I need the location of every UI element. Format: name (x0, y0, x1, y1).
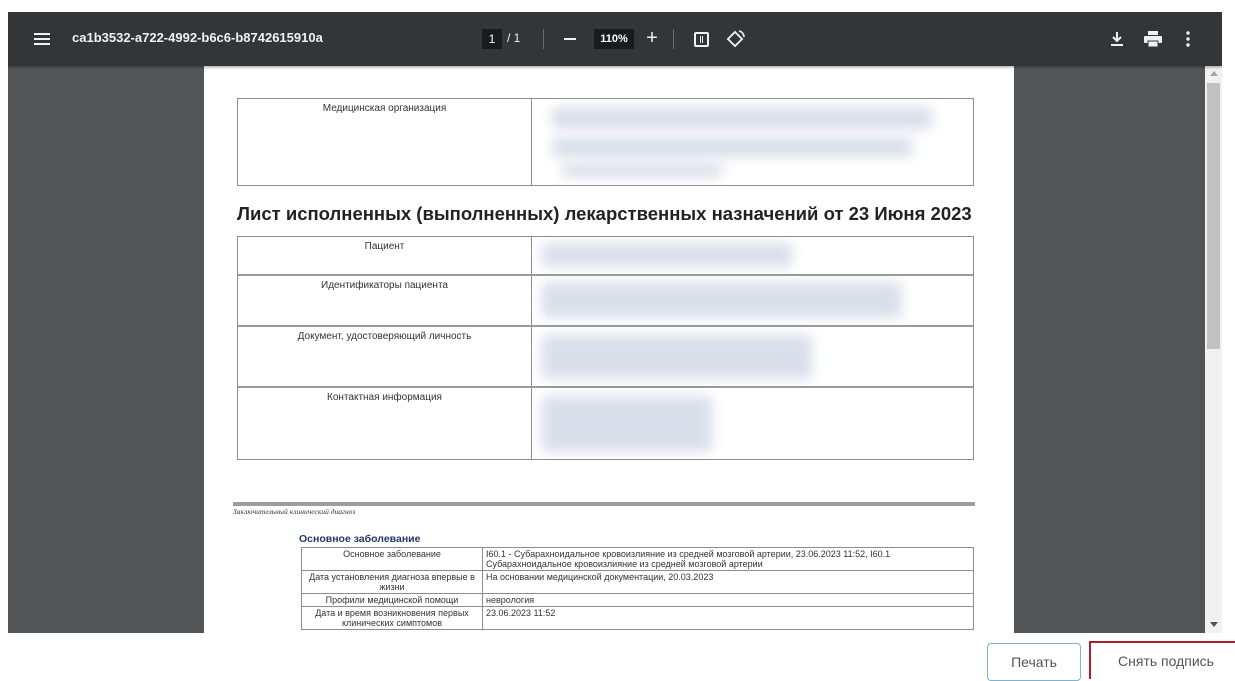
table-row: Идентификаторы пациента (238, 274, 973, 325)
print-button[interactable]: Печать (987, 643, 1081, 681)
pdf-page: Медицинская организация Лист исполненных… (204, 66, 1014, 633)
diagnosis-key: Основное заболевание (301, 547, 483, 571)
document-heading: Лист исполненных (выполненных) лекарстве… (237, 203, 972, 224)
download-icon[interactable] (1106, 28, 1128, 50)
printer-icon[interactable] (1141, 28, 1165, 50)
document-title: ca1b3532-a722-4992-b6c6-b8742615910a (72, 30, 323, 45)
zoom-level-input[interactable]: 110% (594, 29, 634, 49)
zoom-in-icon[interactable]: + (642, 27, 662, 49)
diagnosis-caption: Заключительный клинический диагноз (233, 507, 356, 516)
pdf-viewer: ca1b3532-a722-4992-b6c6-b8742615910a 1 /… (8, 12, 1222, 633)
organization-table: Медицинская организация (237, 98, 974, 186)
redacted-value (532, 99, 973, 185)
diagnosis-value: 23.06.2023 11:52 (482, 606, 974, 630)
table-row: Основное заболевание I60.1 - Субарахноид… (301, 547, 974, 571)
vertical-scrollbar[interactable] (1205, 66, 1222, 633)
table-row: Профили медицинской помощи неврология (301, 593, 974, 607)
organization-label: Медицинская организация (238, 99, 532, 185)
toolbar-divider (673, 29, 674, 49)
table-row: Дата установления диагноза впервые в жиз… (301, 570, 974, 594)
rotate-icon[interactable] (724, 27, 748, 51)
diagnosis-value: I60.1 - Субарахноидальное кровоизлияние … (482, 547, 974, 571)
patient-ids-label: Идентификаторы пациента (238, 276, 532, 325)
diagnosis-key: Дата и время возникновения первых клинич… (301, 606, 483, 630)
redacted-value (532, 327, 973, 386)
table-row: Контактная информация (238, 386, 973, 459)
page-total: / 1 (507, 31, 521, 45)
diagnosis-title: Основное заболевание (299, 533, 421, 545)
toolbar-divider (543, 29, 544, 49)
section-divider (233, 502, 975, 506)
scrollbar-thumb[interactable] (1207, 83, 1220, 349)
more-vertical-icon[interactable] (1178, 28, 1198, 50)
page-number-input[interactable]: 1 (482, 29, 502, 49)
scroll-down-icon[interactable] (1210, 622, 1218, 627)
menu-icon[interactable] (30, 27, 54, 51)
fit-to-page-icon[interactable] (691, 29, 711, 49)
diagnosis-table: Основное заболевание I60.1 - Субарахноид… (301, 547, 974, 630)
zoom-out-icon[interactable] (560, 29, 580, 49)
table-row: Дата и время возникновения первых клинич… (301, 606, 974, 630)
redacted-value (532, 276, 973, 325)
patient-table: Пациент Идентификаторы пациента Документ… (237, 236, 974, 460)
identity-document-label: Документ, удостоверяющий личность (238, 327, 532, 386)
table-row: Медицинская организация (238, 99, 973, 185)
redacted-value (532, 237, 973, 274)
diagnosis-key: Профили медицинской помощи (301, 593, 483, 607)
diagnosis-value: неврология (482, 593, 974, 607)
diagnosis-value: На основании медицинской документации, 2… (482, 570, 974, 594)
scroll-up-icon[interactable] (1210, 71, 1218, 76)
contact-info-label: Контактная информация (238, 388, 532, 459)
table-row: Пациент (238, 237, 973, 274)
remove-signature-button[interactable]: Снять подпись (1089, 641, 1235, 679)
table-row: Документ, удостоверяющий личность (238, 325, 973, 386)
redacted-value (532, 388, 973, 459)
pdf-toolbar: ca1b3532-a722-4992-b6c6-b8742615910a 1 /… (8, 12, 1222, 66)
patient-label: Пациент (238, 237, 532, 274)
diagnosis-key: Дата установления диагноза впервые в жиз… (301, 570, 483, 594)
